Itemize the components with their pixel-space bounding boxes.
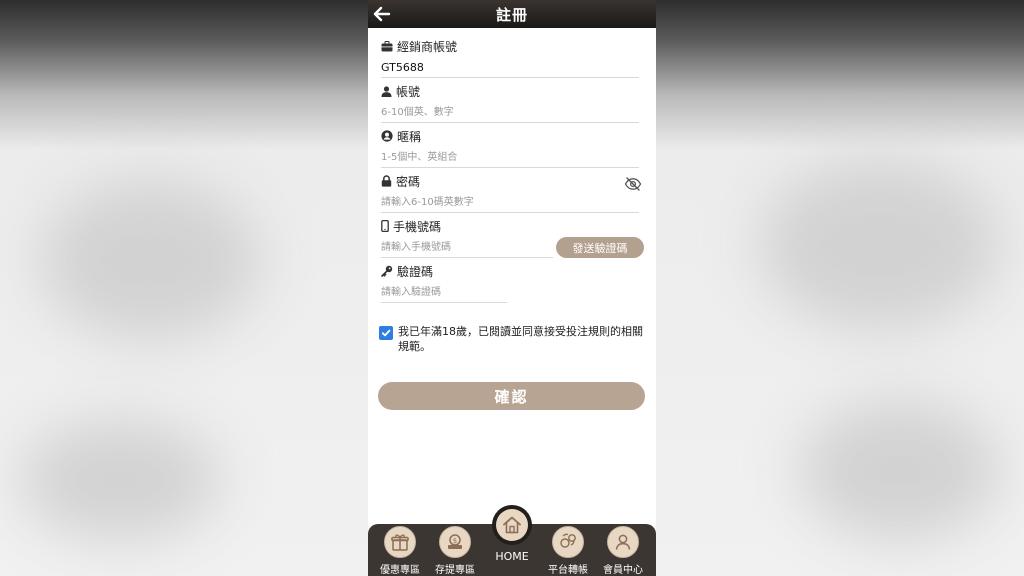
nickname-field: 暱稱 — [381, 126, 639, 171]
nav-home[interactable]: HOME — [488, 505, 536, 576]
house-icon — [503, 516, 521, 534]
nav-home-label: HOME — [495, 550, 529, 563]
agent-account-field: 經銷商帳號 — [381, 36, 639, 81]
arrow-left-icon — [373, 6, 391, 22]
money-bag-icon: $ — [448, 534, 462, 549]
agent-account-label: 經銷商帳號 — [397, 39, 458, 54]
nickname-label: 暱稱 — [397, 129, 422, 144]
check-icon — [381, 329, 391, 337]
nav-deposit[interactable]: $ 存提專區 — [429, 526, 481, 576]
lock-icon — [381, 175, 392, 187]
page-title: 註冊 — [495, 5, 528, 24]
nav-member[interactable]: 會員中心 — [597, 526, 649, 576]
agent-account-input[interactable] — [381, 58, 639, 78]
gift-icon — [391, 534, 409, 551]
nav-transfer[interactable]: 平台轉帳 — [542, 526, 594, 576]
verification-code-input[interactable] — [381, 283, 507, 303]
account-label: 帳號 — [396, 84, 421, 99]
key-icon — [381, 265, 393, 277]
briefcase-icon — [381, 40, 393, 51]
phone-input[interactable] — [381, 238, 553, 258]
eye-off-icon — [624, 177, 642, 191]
member-icon — [615, 534, 631, 550]
user-icon — [381, 85, 392, 97]
send-code-button[interactable]: 發送驗證碼 — [556, 237, 644, 258]
password-label: 密碼 — [396, 174, 421, 189]
top-bar: 註冊 — [368, 0, 656, 28]
nav-transfer-label: 平台轉帳 — [548, 565, 588, 576]
nav-deposit-label: 存提專區 — [435, 565, 475, 576]
registration-screen: 註冊 經銷商帳號 帳號 — [368, 0, 656, 576]
account-field: 帳號 — [381, 81, 639, 126]
agreement-checkbox[interactable] — [379, 326, 393, 340]
phone-label: 手機號碼 — [393, 219, 442, 234]
nav-promo-label: 優惠專區 — [380, 565, 420, 576]
mobile-icon — [381, 220, 389, 232]
password-input[interactable] — [381, 193, 639, 213]
confirm-button[interactable]: 確認 — [378, 382, 645, 410]
agreement-row: 我已年滿18歲，已閱讀並同意接受投注規則的相關規範。 — [379, 324, 645, 354]
password-visibility-toggle[interactable] — [624, 176, 642, 191]
registration-form: 經銷商帳號 帳號 暱稱 — [381, 36, 644, 306]
nickname-input[interactable] — [381, 148, 639, 168]
verification-code-label: 驗證碼 — [397, 264, 434, 279]
verification-code-field: 驗證碼 — [381, 261, 639, 306]
nav-promo[interactable]: 優惠專區 — [374, 526, 426, 576]
account-input[interactable] — [381, 103, 639, 123]
transfer-icon — [560, 533, 576, 548]
nav-member-label: 會員中心 — [603, 565, 643, 576]
back-button[interactable] — [371, 3, 393, 25]
svg-text:$: $ — [453, 537, 457, 545]
agreement-text: 我已年滿18歲，已閱讀並同意接受投注規則的相關規範。 — [398, 325, 643, 353]
user-circle-icon — [381, 130, 393, 142]
password-field: 密碼 — [381, 171, 639, 216]
